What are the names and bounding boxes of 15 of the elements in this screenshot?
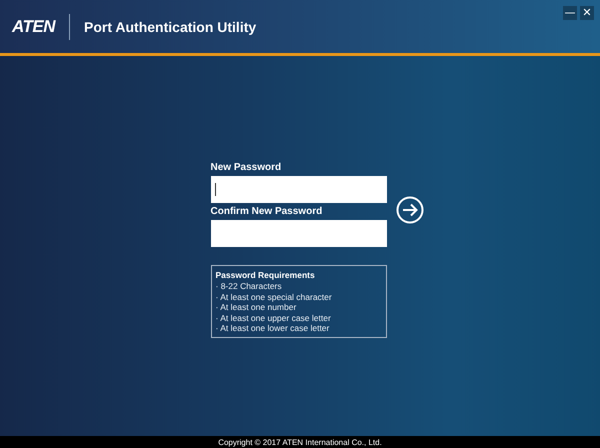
minimize-button[interactable]: — xyxy=(563,6,577,20)
password-field[interactable] xyxy=(210,220,386,247)
logo: ATEN xyxy=(12,14,70,40)
close-button[interactable]: ✕ xyxy=(580,6,594,20)
requirement-item: · At least one upper case letter xyxy=(216,312,332,323)
requirement-item: · At least one lower case letter xyxy=(216,323,330,334)
app-title: Port Authentication Utility xyxy=(84,18,256,34)
requirement-item: · At least one number xyxy=(216,302,298,312)
field-label: New Password xyxy=(210,162,282,173)
field-label: Confirm New Password xyxy=(210,206,324,217)
requirement-item: · 8-22 Characters xyxy=(216,281,283,292)
requirement-item: · At least one special character xyxy=(216,292,333,302)
password-field[interactable] xyxy=(210,176,386,203)
copyright-text: Copyright © 2017 ATEN International Co., Ltd. xyxy=(218,438,382,446)
requirements-title: Password Requirements xyxy=(216,270,316,280)
